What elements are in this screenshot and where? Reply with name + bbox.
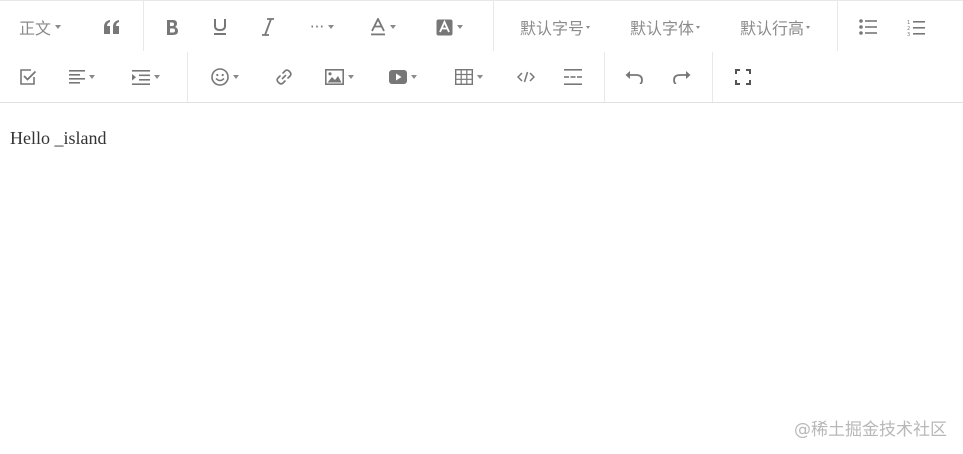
blockquote-button[interactable]: [92, 7, 132, 47]
line-height-dropdown[interactable]: 默认行高: [728, 7, 822, 47]
background-color-dropdown[interactable]: [426, 7, 472, 47]
svg-text:3: 3: [907, 32, 910, 36]
blockquote-icon: [103, 19, 121, 35]
table-dropdown[interactable]: [446, 57, 492, 97]
chevron-down-icon: [328, 25, 335, 29]
code-icon: [517, 71, 535, 83]
font-color-icon: [370, 18, 386, 36]
italic-button[interactable]: [248, 7, 288, 47]
heading-dropdown[interactable]: 正文: [10, 7, 70, 47]
chevron-down-icon: [89, 75, 95, 79]
undo-icon: [625, 70, 643, 84]
fullscreen-icon: [735, 69, 751, 85]
bold-button[interactable]: [152, 7, 192, 47]
fullscreen-button[interactable]: [723, 57, 763, 97]
numbered-list-icon: 123: [907, 19, 925, 36]
toolbar-divider: [493, 1, 494, 51]
toolbar-top-border: [0, 0, 963, 1]
chevron-down-icon: [586, 25, 590, 29]
editor-content[interactable]: Hello _island: [10, 128, 107, 149]
italic-icon: [261, 18, 275, 36]
todo-icon: [19, 68, 37, 86]
indent-icon: [132, 69, 150, 85]
more-style-dropdown[interactable]: ···: [300, 7, 344, 47]
numbered-list-button[interactable]: 123: [896, 7, 936, 47]
chevron-down-icon: [806, 25, 810, 29]
image-icon: [324, 69, 344, 85]
line-height-label: 默认行高: [739, 19, 804, 38]
redo-button[interactable]: [662, 57, 702, 97]
underline-icon: [212, 18, 228, 36]
font-family-dropdown[interactable]: 默认字体: [618, 7, 712, 47]
code-block-button[interactable]: [506, 57, 546, 97]
bulleted-list-button[interactable]: [848, 7, 888, 47]
redo-icon: [673, 70, 691, 84]
image-dropdown[interactable]: [316, 57, 362, 97]
heading-label: 正文: [18, 19, 51, 38]
undo-button[interactable]: [614, 57, 654, 97]
chevron-down-icon: [347, 75, 354, 79]
todo-button[interactable]: [8, 57, 48, 97]
background-color-icon: [436, 19, 453, 36]
bulleted-list-icon: [859, 19, 877, 35]
chevron-down-icon: [411, 75, 417, 79]
smiley-icon: [211, 68, 229, 86]
link-button[interactable]: [264, 57, 304, 97]
indent-dropdown[interactable]: [124, 57, 168, 97]
font-color-dropdown[interactable]: [360, 7, 406, 47]
link-icon: [275, 68, 293, 86]
chevron-down-icon: [55, 25, 61, 29]
toolbar-divider: [143, 1, 144, 51]
table-icon: [455, 69, 473, 85]
toolbar-divider: [712, 52, 713, 102]
chevron-down-icon: [390, 25, 396, 29]
bold-icon: [165, 19, 179, 36]
justify-dropdown[interactable]: [60, 57, 104, 97]
font-size-label: 默认字号: [519, 19, 584, 38]
toolbar-divider: [187, 52, 188, 102]
chevron-down-icon: [477, 75, 483, 79]
font-family-label: 默认字体: [629, 19, 694, 38]
underline-button[interactable]: [200, 7, 240, 47]
divider-button[interactable]: [553, 57, 593, 97]
align-left-icon: [69, 70, 85, 84]
font-size-dropdown[interactable]: 默认字号: [508, 7, 602, 47]
video-dropdown[interactable]: [380, 57, 426, 97]
editor-toolbar: 正文 ··· 默认字号 默认字体 默认行高 1 2 3: [0, 0, 963, 103]
chevron-down-icon: [696, 25, 700, 29]
chevron-down-icon: [456, 25, 463, 29]
chevron-down-icon: [154, 75, 160, 79]
watermark: @稀土掘金技术社区: [794, 420, 947, 440]
horizontal-rule-icon: [564, 69, 582, 85]
chevron-down-icon: [233, 75, 239, 79]
toolbar-divider: [604, 52, 605, 102]
video-icon: [389, 70, 407, 84]
more-label: ···: [309, 18, 325, 36]
emotion-dropdown[interactable]: [202, 57, 248, 97]
toolbar-divider: [837, 1, 838, 51]
